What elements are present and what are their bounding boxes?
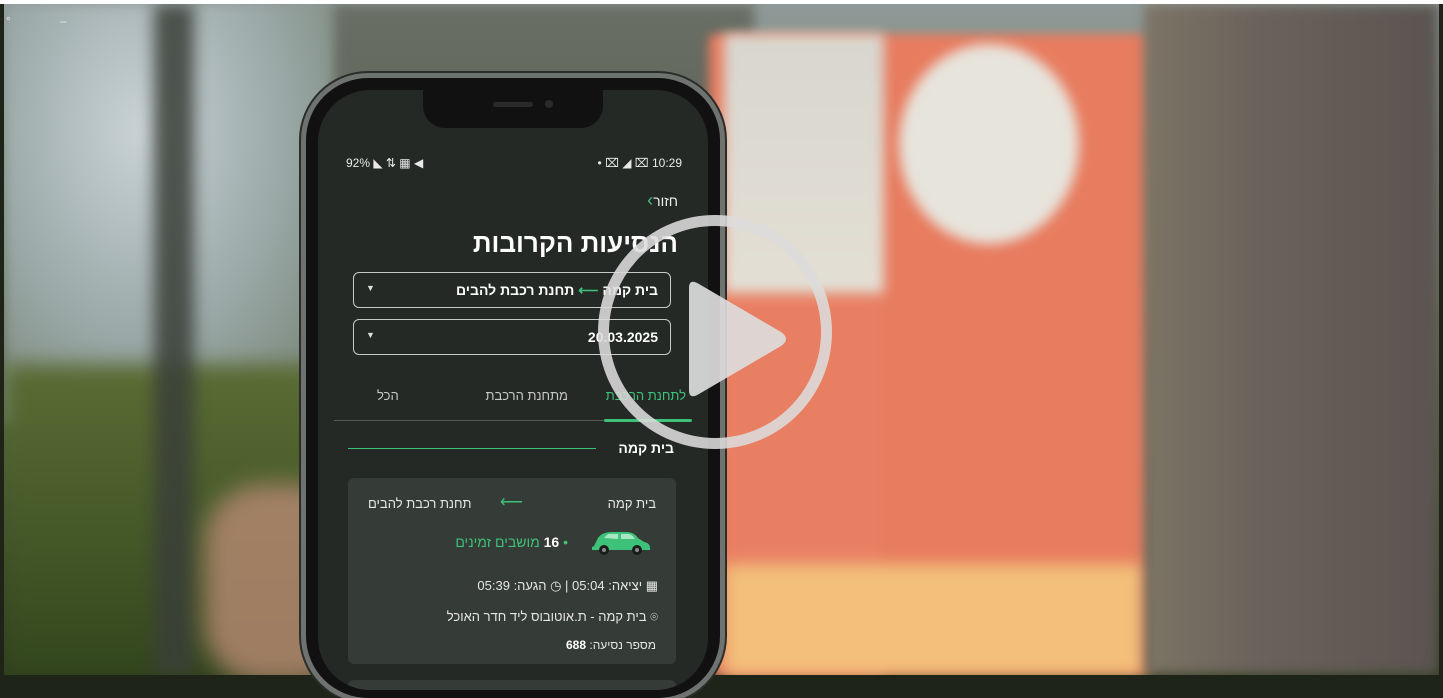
blurred-wall bbox=[1144, 4, 1439, 675]
group-divider bbox=[348, 448, 596, 449]
speaker-icon bbox=[493, 102, 533, 107]
seats-count: 16 bbox=[543, 534, 560, 550]
status-bar: 92% ◣ ⇅ ▦ ◀ • ⌧ ◢ ⌧ 10:29 bbox=[346, 156, 682, 174]
trip-card[interactable]: בית קמה ⟵ תחנת רכבת להבים • 16 מושבים זמ… bbox=[348, 478, 676, 664]
trip-times: ▦ יציאה: 05:04 | ◷ הגעה: 05:39 bbox=[477, 578, 658, 593]
trip-from: בית קמה bbox=[607, 496, 656, 511]
stop-name: בית קמה - ת.אוטובוס ליד חדר האוכל bbox=[446, 609, 647, 624]
clock-icon: ◷ bbox=[550, 578, 562, 593]
arrow-left-icon: ⟵ bbox=[578, 282, 599, 298]
play-button[interactable] bbox=[598, 215, 832, 449]
trip-stop: ⌾ בית קמה - ת.אוטובוס ליד חדר האוכל bbox=[447, 609, 658, 625]
blurred-sign-logo bbox=[899, 44, 1079, 244]
status-right: • ⌧ ◢ ⌧ 10:29 bbox=[597, 156, 682, 170]
corner-dash: – bbox=[60, 14, 67, 28]
corner-mark: ° bbox=[6, 14, 11, 28]
seats-label: מושבים זמינים bbox=[455, 534, 540, 550]
trip-number: מספר נסיעה: 688 bbox=[566, 638, 656, 652]
arrow-left-icon: ⟵ bbox=[500, 494, 523, 511]
tab-all[interactable]: הכל bbox=[377, 388, 399, 403]
arrive-label: הגעה: bbox=[513, 578, 547, 593]
blurred-sign-bottom bbox=[724, 564, 1144, 675]
trip-to: תחנת רכבת להבים bbox=[368, 496, 472, 511]
depart-time: 05:04 bbox=[572, 578, 605, 593]
camera-icon bbox=[545, 100, 553, 108]
caret-down-icon: ▼ bbox=[366, 283, 375, 293]
route-to: תחנת רכבת להבים bbox=[456, 282, 575, 298]
tab-from-station[interactable]: מתחנת הרכבת bbox=[485, 388, 568, 403]
status-left: 92% ◣ ⇅ ▦ ◀ bbox=[346, 156, 424, 170]
trip-card-next[interactable] bbox=[348, 680, 676, 690]
calendar-icon: ▦ bbox=[645, 578, 658, 593]
blurred-pole bbox=[154, 4, 194, 675]
top-border bbox=[0, 0, 1443, 4]
play-icon bbox=[689, 281, 786, 397]
trip-number-value: 688 bbox=[565, 638, 587, 652]
depart-label: יציאה: bbox=[608, 578, 643, 593]
trip-number-label: מספר נסיעה: bbox=[589, 638, 656, 652]
phone-notch bbox=[423, 90, 603, 128]
group-header: בית קמה bbox=[348, 440, 674, 460]
caret-down-icon: ▼ bbox=[366, 330, 375, 340]
location-pin-icon: ⌾ bbox=[650, 609, 658, 624]
back-label: חזור bbox=[653, 193, 678, 209]
available-seats: • 16 מושבים זמינים bbox=[455, 534, 568, 550]
car-icon bbox=[588, 528, 652, 561]
back-button[interactable]: חזור› bbox=[643, 190, 678, 211]
group-label: בית קמה bbox=[618, 440, 674, 456]
arrive-time: 05:39 bbox=[477, 578, 510, 593]
